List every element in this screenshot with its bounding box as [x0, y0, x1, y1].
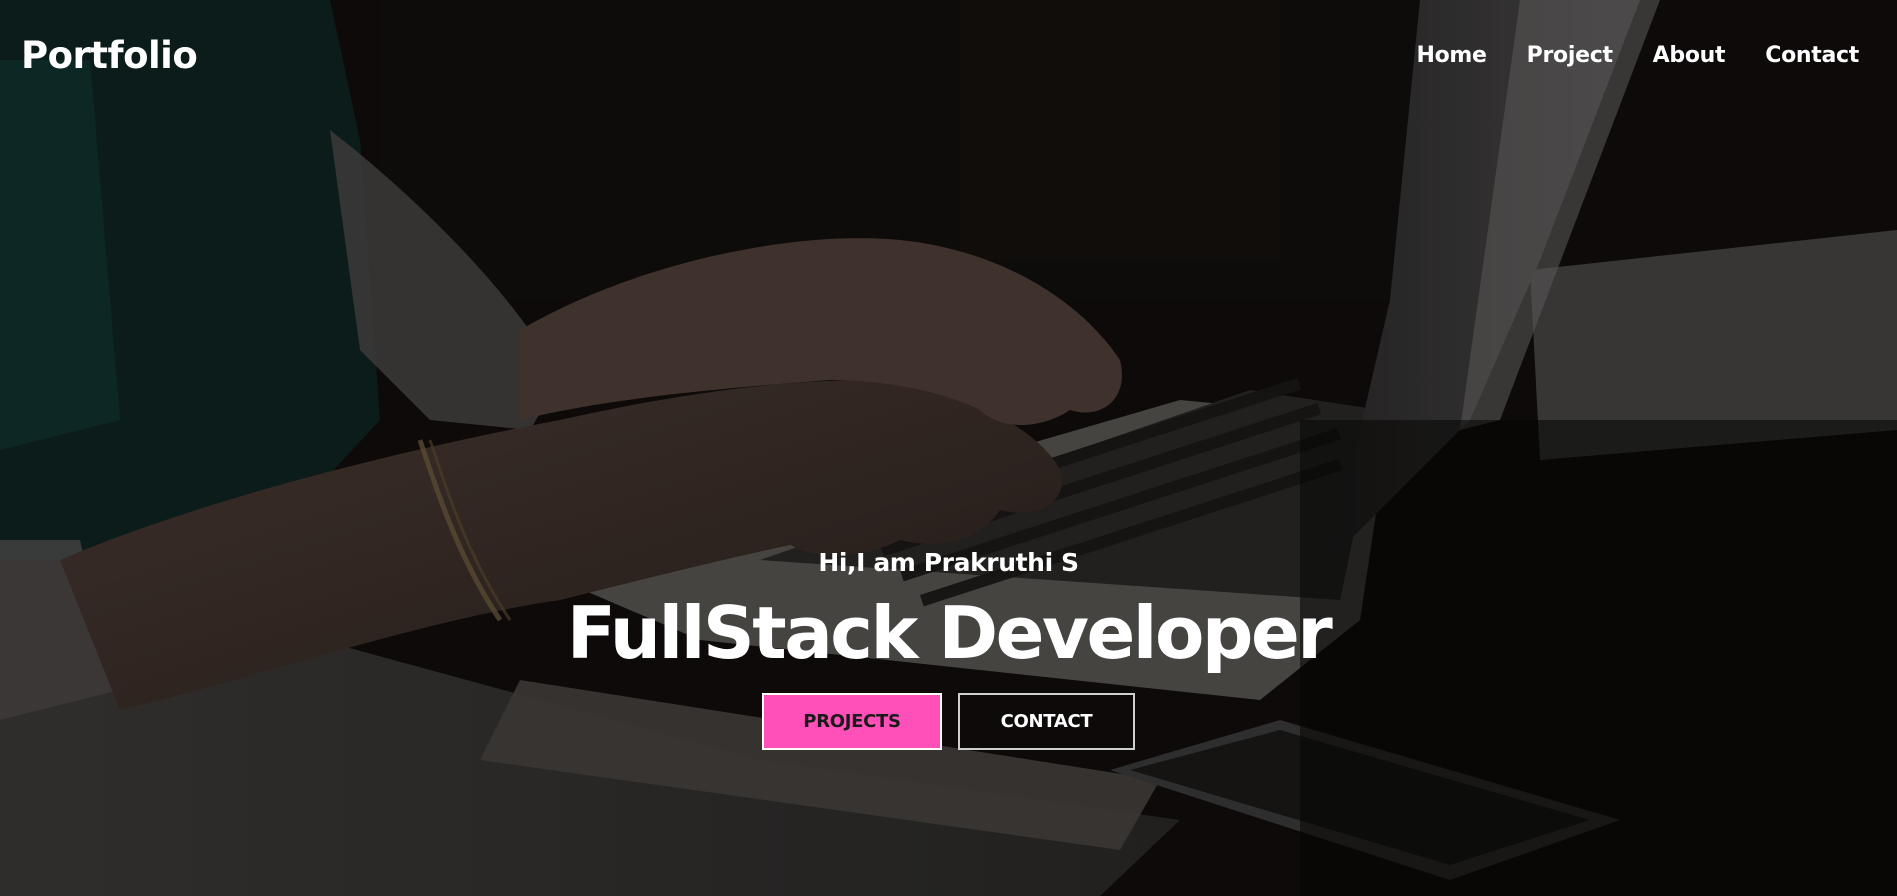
- hero-section: Portfolio Home Project About Contact Hi,…: [0, 0, 1897, 896]
- projects-button[interactable]: PROJECTS: [762, 693, 942, 750]
- site-logo[interactable]: Portfolio: [21, 34, 198, 77]
- nav-link-about[interactable]: About: [1653, 43, 1726, 68]
- nav-link-contact[interactable]: Contact: [1765, 43, 1859, 68]
- hero-greeting: Hi,I am Prakruthi S: [818, 548, 1079, 577]
- contact-button[interactable]: CONTACT: [958, 693, 1135, 750]
- hero-buttons: PROJECTS CONTACT: [762, 693, 1135, 750]
- hero-content: Hi,I am Prakruthi S FullStack Developer …: [0, 548, 1897, 750]
- nav-link-home[interactable]: Home: [1416, 43, 1486, 68]
- nav-link-project[interactable]: Project: [1527, 43, 1613, 68]
- navbar: Portfolio Home Project About Contact: [0, 0, 1897, 110]
- nav-menu: Home Project About Contact: [1416, 43, 1859, 68]
- dark-overlay: [0, 0, 1897, 896]
- hero-headline: FullStack Developer: [566, 591, 1333, 675]
